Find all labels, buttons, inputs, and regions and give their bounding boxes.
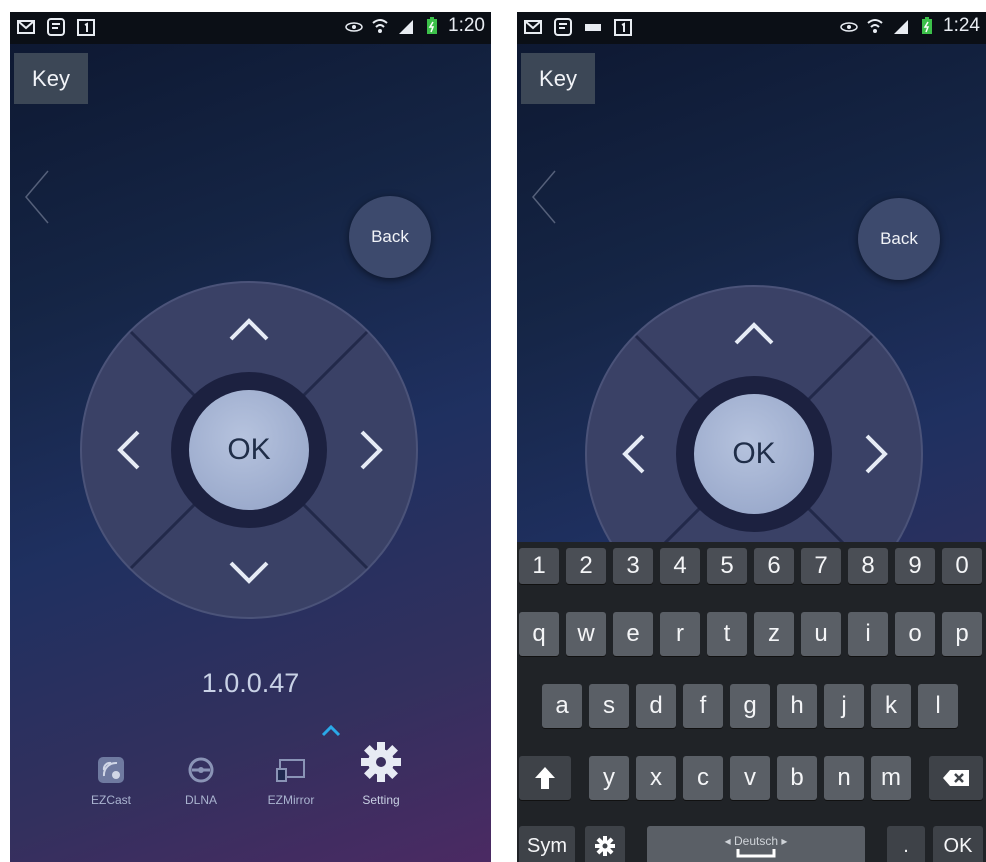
remote-screen-left: 1:20 Key Back OK 1.0.0.47 EZCast DLNA EZ… [10,12,491,862]
key-button[interactable]: Key [521,53,595,104]
soft-keyboard: 1 2 3 4 5 6 7 8 9 0 q w e r t z u i o p … [517,542,986,862]
sym-key[interactable]: Sym [519,826,575,862]
ezcast-icon [98,757,124,783]
ok-button[interactable]: OK [189,390,309,510]
dpad: OK [79,280,419,620]
key-s[interactable]: s [589,684,629,728]
key-6[interactable]: 6 [754,548,794,584]
key-n[interactable]: n [824,756,864,800]
key-v[interactable]: v [730,756,770,800]
key-p[interactable]: p [942,612,982,656]
notification-icon [46,17,66,37]
key-9[interactable]: 9 [895,548,935,584]
key-z[interactable]: z [754,612,794,656]
back-button[interactable]: Back [858,198,940,280]
nav-setting[interactable]: Setting [336,740,426,807]
key-0[interactable]: 0 [942,548,982,584]
key-k[interactable]: k [871,684,911,728]
mail-icon [16,17,36,37]
ezmirror-icon [276,759,305,782]
key-y[interactable]: y [589,756,629,800]
nav-dlna[interactable]: DLNA [156,756,246,807]
shift-arrow-icon [535,767,555,789]
backspace-icon [943,770,969,786]
status-bar: 1:20 [10,12,491,44]
back-button[interactable]: Back [349,196,431,278]
right-arrow-button[interactable] [846,424,906,484]
up-arrow-button[interactable] [219,300,279,360]
battery-icon [917,16,937,36]
key-c[interactable]: c [683,756,723,800]
key-t[interactable]: t [707,612,747,656]
key-d[interactable]: d [636,684,676,728]
space-key[interactable]: ◂ Deutsch ▸ [647,826,865,862]
key-w[interactable]: w [566,612,606,656]
nav-ezcast[interactable]: EZCast [66,756,156,807]
previous-page-icon[interactable] [529,167,559,232]
bottom-nav: EZCast DLNA EZMirror Setting [78,732,438,842]
keyboard-icon [583,17,603,37]
status-time: 1:24 [943,15,980,36]
nav-ezmirror[interactable]: EZMirror [246,756,336,807]
period-key[interactable]: . [887,826,925,862]
key-r[interactable]: r [660,612,700,656]
eye-icon [344,16,364,36]
key-m[interactable]: m [871,756,911,800]
left-arrow-button[interactable] [99,420,159,480]
key-f[interactable]: f [683,684,723,728]
down-arrow-button[interactable] [219,542,279,602]
status-bar: 1:24 [517,12,986,44]
ok-button[interactable]: OK [694,394,814,514]
key-q[interactable]: q [519,612,559,656]
key-2[interactable]: 2 [566,548,606,584]
signal-icon [396,16,416,36]
right-arrow-button[interactable] [341,420,401,480]
up-arrow-button[interactable] [724,304,784,364]
gear-icon [595,836,615,856]
signal-icon [891,16,911,36]
key-8[interactable]: 8 [848,548,888,584]
key-1[interactable]: 1 [519,548,559,584]
key-7[interactable]: 7 [801,548,841,584]
key-h[interactable]: h [777,684,817,728]
left-arrow-button[interactable] [604,424,664,484]
wifi-icon [865,16,885,36]
backspace-key[interactable] [929,756,983,800]
key-g[interactable]: g [730,684,770,728]
key-i[interactable]: i [848,612,888,656]
key-4[interactable]: 4 [660,548,700,584]
key-e[interactable]: e [613,612,653,656]
key-j[interactable]: j [824,684,864,728]
key-o[interactable]: o [895,612,935,656]
wifi-icon [370,16,390,36]
key-3[interactable]: 3 [613,548,653,584]
notification-icon [553,17,573,37]
remote-screen-right: 1:24 Key Back OK 1 2 3 4 5 6 7 8 9 0 q w… [517,12,986,862]
calendar-icon [76,17,96,37]
key-button[interactable]: Key [14,53,88,104]
key-u[interactable]: u [801,612,841,656]
shift-key[interactable] [519,756,571,800]
key-5[interactable]: 5 [707,548,747,584]
key-b[interactable]: b [777,756,817,800]
previous-page-icon[interactable] [22,167,52,232]
status-time: 1:20 [448,15,485,36]
battery-icon [422,16,442,36]
keyboard-settings-key[interactable] [585,826,625,862]
mail-icon [523,17,543,37]
keyboard-ok-key[interactable]: OK [933,826,983,862]
space-bar-icon [736,849,776,858]
eye-icon [839,16,859,36]
gear-icon [361,742,401,782]
key-x[interactable]: x [636,756,676,800]
dlna-icon [188,757,214,783]
calendar-icon [613,17,633,37]
version-label: 1.0.0.47 [201,668,300,698]
key-l[interactable]: l [918,684,958,728]
key-a[interactable]: a [542,684,582,728]
space-language-label: ◂ Deutsch ▸ [724,834,788,848]
